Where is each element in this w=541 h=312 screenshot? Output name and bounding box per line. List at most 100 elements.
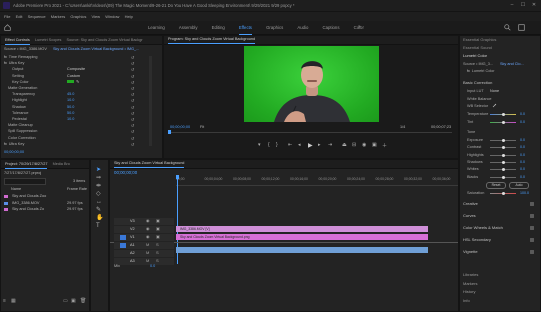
add-marker-icon[interactable]: ▾ [258, 142, 261, 148]
project-item[interactable]: IMG_3386.MOV 29.97 fps [4, 201, 88, 207]
new-bin-icon[interactable]: ▭ [63, 298, 68, 304]
effect-param-row[interactable]: fx Ultra Key [4, 61, 24, 65]
effect-param-row[interactable]: Spill Suppression [8, 129, 37, 133]
effect-param-value[interactable]: Composite [67, 67, 85, 71]
timeline-clip[interactable]: Sky and Clouds Zoom Virtual Background.p… [176, 234, 428, 240]
project-search-input[interactable] [4, 178, 46, 185]
track-visibility-icon[interactable]: M [146, 242, 149, 247]
track-header[interactable]: V1 ◉ ▣ [114, 234, 174, 241]
mark-in-icon[interactable]: { [268, 142, 270, 148]
reset-parameter-icon[interactable]: ↺ [131, 86, 134, 91]
reset-parameter-icon[interactable]: ↺ [131, 142, 134, 147]
step-forward-icon[interactable]: ▸ [318, 142, 321, 148]
panel-tab[interactable]: History [463, 289, 475, 294]
tone-value[interactable]: 0.0 [520, 145, 525, 149]
program-video-frame[interactable] [244, 46, 379, 122]
program-scrub-bar[interactable] [170, 132, 452, 133]
workspace-learning[interactable]: Learning [148, 21, 165, 34]
tab-effect-controls[interactable]: Effect Controls [5, 37, 30, 45]
reset-parameter-icon[interactable]: ↺ [131, 111, 134, 116]
menu-sequence[interactable]: Sequence [28, 12, 46, 21]
timeline-clip[interactable]: IMG_3386.MOV [V] [176, 226, 428, 232]
track-lock-icon[interactable]: S [156, 258, 159, 263]
project-item[interactable]: Sky and Clouds Zo 29.97 fps [4, 207, 88, 213]
effect-param-row[interactable]: Transparency [12, 92, 35, 96]
tab-sequence[interactable]: Sky and Clouds Zoom Virtual Background [114, 160, 185, 168]
tint-value[interactable]: 0.0 [520, 120, 525, 124]
track-header[interactable]: V2 ◉ ▣ [114, 226, 174, 233]
menu-edit[interactable]: Edit [16, 12, 23, 21]
source-patch[interactable] [120, 243, 126, 248]
tab-program[interactable]: Program: Sky and Clouds Zoom Virtual Bac… [168, 36, 256, 44]
menu-help[interactable]: Help [125, 12, 133, 21]
reset-parameter-icon[interactable]: ↺ [131, 67, 134, 72]
effect-param-row[interactable]: Matte Cleanup [8, 123, 33, 127]
workspace-graphics[interactable]: Graphics [266, 21, 283, 34]
panel-tab[interactable]: Info [463, 298, 470, 303]
effect-param-value[interactable]: 50.0 [67, 111, 74, 115]
workspace-captions[interactable]: Captions [323, 21, 340, 34]
track-header[interactable]: V3 ◉ ▣ [114, 218, 174, 225]
hand-tool-icon[interactable]: ✋ [96, 214, 103, 222]
column-name-header[interactable]: Name [11, 187, 21, 191]
reset-parameter-icon[interactable]: ↺ [131, 129, 134, 134]
section-enable-checkbox[interactable] [530, 201, 534, 206]
fit-dropdown[interactable]: Fit [200, 125, 204, 129]
source-patch[interactable] [120, 259, 126, 264]
reset-parameter-icon[interactable]: ↺ [131, 105, 134, 110]
razor-tool-icon[interactable]: ◇ [96, 190, 103, 198]
auto-button[interactable]: Auto [509, 182, 529, 189]
section-enable-checkbox[interactable] [530, 237, 534, 242]
track-visibility-icon[interactable]: ◉ [146, 234, 150, 239]
reset-parameter-icon[interactable]: ↺ [131, 61, 134, 66]
lumetri-section-header[interactable]: Curves [463, 213, 476, 218]
section-enable-checkbox[interactable] [530, 213, 534, 218]
panel-tab[interactable]: Markers [463, 281, 477, 286]
search-icon[interactable] [504, 24, 511, 31]
pen-tool-icon[interactable]: ✎ [96, 206, 103, 214]
effect-param-row[interactable]: Setting [12, 74, 24, 78]
effect-param-row[interactable]: Shadow [12, 105, 26, 109]
lumetri-section-header[interactable]: Creative [463, 201, 478, 206]
tone-value[interactable]: 0.0 [520, 175, 525, 179]
effect-param-row[interactable]: Key Color [12, 80, 29, 84]
workspace-assembly[interactable]: Assembly [179, 21, 198, 34]
track-header[interactable]: A2 M S [114, 250, 174, 257]
tab-media-browser[interactable]: Media Bro [53, 160, 70, 168]
key-color-swatch[interactable] [67, 80, 74, 84]
reset-button[interactable]: Reset [486, 182, 506, 189]
tab-essential-graphics[interactable]: Essential Graphics [463, 37, 496, 42]
fullscreen-icon[interactable] [518, 24, 525, 31]
track-lock-icon[interactable]: ▣ [156, 218, 160, 223]
track-visibility-icon[interactable]: ◉ [146, 226, 150, 231]
tab-source-monitor[interactable]: Source: Sky and Clouds Zoom Virtual Back… [66, 36, 142, 44]
settings-icon[interactable]: ＋ [382, 142, 387, 149]
extract-icon[interactable]: ⊟ [352, 142, 356, 148]
saturation-knob[interactable] [502, 192, 505, 195]
timeline-clip[interactable] [176, 247, 428, 253]
effect-param-value[interactable]: 10.0 [67, 117, 74, 121]
timeline-ruler[interactable]: 00;00 00;00;04;00 00;00;08;00 00;00;12;00 00… [176, 177, 458, 186]
source-patch[interactable] [120, 227, 126, 232]
track-select-tool-icon[interactable]: ⇛ [96, 174, 103, 182]
effect-param-row[interactable]: Highlight [12, 98, 27, 102]
reset-parameter-icon[interactable]: ↺ [131, 80, 134, 85]
reset-parameter-icon[interactable]: ↺ [131, 136, 134, 141]
effect-param-value[interactable]: 10.0 [67, 98, 74, 102]
project-item[interactable]: Sky and Clouds Zoo [4, 194, 88, 200]
reset-parameter-icon[interactable]: ↺ [131, 98, 134, 103]
mark-out-icon[interactable]: } [276, 142, 278, 148]
effect-param-value[interactable]: Custom [67, 74, 80, 78]
source-patch[interactable] [120, 251, 126, 256]
eyedropper-icon[interactable]: ✎ [76, 79, 79, 84]
source-patch[interactable] [120, 235, 126, 240]
quality-dropdown[interactable]: 1/4 [400, 125, 405, 129]
reset-parameter-icon[interactable]: ↺ [131, 92, 134, 97]
tone-value[interactable]: 0.0 [520, 153, 525, 157]
play-icon[interactable]: ▶ [308, 142, 313, 149]
tint-knob[interactable] [502, 121, 505, 124]
source-patch[interactable] [120, 219, 126, 224]
menu-graphics[interactable]: Graphics [70, 12, 86, 21]
ec-scrollbar[interactable] [149, 56, 152, 146]
step-back-icon[interactable]: ◂ [298, 142, 301, 148]
